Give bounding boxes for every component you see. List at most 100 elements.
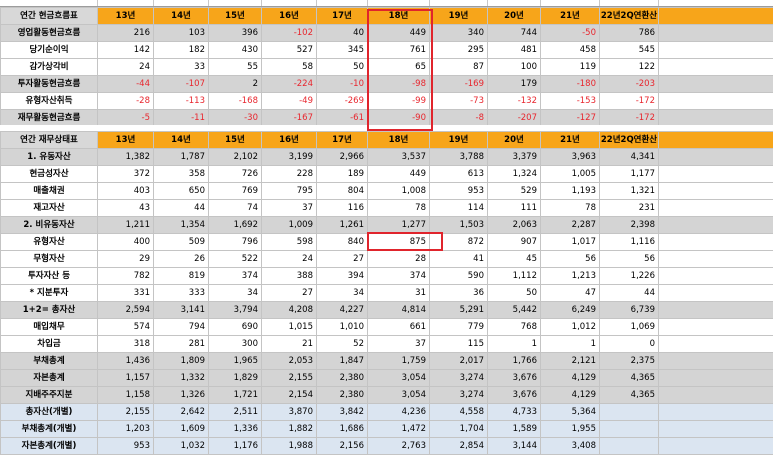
empty-cell xyxy=(658,318,773,336)
table-row: 총자산(개별) 2,155 2,642 2,511 3,870 3,842 4,236 4,5… xyxy=(0,403,773,421)
value-cell: 374 xyxy=(367,267,430,285)
value-cell: 2,287 xyxy=(540,216,600,234)
value-cell: 1,382 xyxy=(97,148,154,166)
value-cell: 119 xyxy=(540,58,600,76)
empty-cell xyxy=(658,284,773,302)
value-cell: 31 xyxy=(367,284,430,302)
value-cell: 4,236 xyxy=(367,403,430,421)
value-cell: 598 xyxy=(261,233,317,251)
value-cell: 3,141 xyxy=(153,301,209,319)
value-cell: 3,054 xyxy=(367,386,430,404)
value-cell: 1,847 xyxy=(316,352,368,370)
value-cell: 33 xyxy=(153,58,209,76)
table-row: 지배주주지분 1,158 1,326 1,721 2,154 2,380 3,054 3,27… xyxy=(0,386,773,404)
value-cell: -98 xyxy=(367,75,430,93)
value-cell: 1 xyxy=(540,335,600,353)
value-cell: 36 xyxy=(429,284,488,302)
year-header: 15년 xyxy=(208,7,262,25)
value-cell: 394 xyxy=(316,267,368,285)
value-cell: 2,121 xyxy=(540,352,600,370)
value-cell: 3,788 xyxy=(429,148,488,166)
year-header: 18년 xyxy=(367,131,430,149)
value-cell: 2,763 xyxy=(367,437,430,455)
value-cell: 6,249 xyxy=(540,301,600,319)
value-cell: 590 xyxy=(429,267,488,285)
value-cell: 27 xyxy=(261,284,317,302)
value-cell: 953 xyxy=(97,437,154,455)
value-cell: 726 xyxy=(208,165,262,183)
value-cell: 953 xyxy=(429,182,488,200)
value-cell: -269 xyxy=(316,92,368,110)
value-cell: 400 xyxy=(97,233,154,251)
value-cell: 650 xyxy=(153,182,209,200)
value-cell: -5 xyxy=(97,109,154,127)
value-cell: 114 xyxy=(429,199,488,217)
value-cell: -127 xyxy=(540,109,600,127)
value-cell: 58 xyxy=(261,58,317,76)
value-cell: 819 xyxy=(153,267,209,285)
value-cell: 1,692 xyxy=(208,216,262,234)
year-header: 17년 xyxy=(316,131,368,149)
value-cell: 3,379 xyxy=(487,148,541,166)
row-label: 2. 비유동자산 xyxy=(0,216,98,234)
value-cell: 26 xyxy=(153,250,209,268)
empty-cell xyxy=(658,24,773,42)
empty-cell xyxy=(658,250,773,268)
value-cell: -30 xyxy=(208,109,262,127)
value-cell: 786 xyxy=(599,24,659,42)
value-cell: 3,676 xyxy=(487,369,541,387)
value-cell: 100 xyxy=(487,58,541,76)
value-cell: 1 xyxy=(487,335,541,353)
value-cell: 1,277 xyxy=(367,216,430,234)
year-header: 13년 xyxy=(97,131,154,149)
value-cell: 744 xyxy=(487,24,541,42)
table-row: 당기순이익 142 182 430 527 345 761 295 481 458 545 xyxy=(0,41,773,59)
value-cell: 3,408 xyxy=(540,437,600,455)
value-cell: 1,157 xyxy=(97,369,154,387)
year-header: 16년 xyxy=(261,131,317,149)
value-cell: 1,193 xyxy=(540,182,600,200)
value-cell: 52 xyxy=(316,335,368,353)
row-label: 무형자산 xyxy=(0,250,98,268)
value-cell: 5,291 xyxy=(429,301,488,319)
value-cell: 21 xyxy=(261,335,317,353)
value-cell: 142 xyxy=(97,41,154,59)
value-cell: 24 xyxy=(97,58,154,76)
value-cell: 1,766 xyxy=(487,352,541,370)
value-cell: 4,129 xyxy=(540,369,600,387)
empty-cell xyxy=(658,109,773,127)
value-cell: 45 xyxy=(487,250,541,268)
table-row: 투자자산 등 782 819 374 388 394 374 590 1,112 1,213 1,2… xyxy=(0,267,773,285)
value-cell: 2,380 xyxy=(316,369,368,387)
table-row: 재무활동현금흐름 -5 -11 -30 -167 -61 -90 -8 -207 -127 -172 xyxy=(0,109,773,127)
value-cell: 44 xyxy=(153,199,209,217)
value-cell: 1,032 xyxy=(153,437,209,455)
value-cell: 1,332 xyxy=(153,369,209,387)
empty-cell xyxy=(658,335,773,353)
value-cell: 5,442 xyxy=(487,301,541,319)
value-cell: 1,211 xyxy=(97,216,154,234)
value-cell: -172 xyxy=(599,109,659,127)
value-cell: -44 xyxy=(97,75,154,93)
row-label: 당기순이익 xyxy=(0,41,98,59)
value-cell: 78 xyxy=(367,199,430,217)
value-cell: 2,154 xyxy=(261,386,317,404)
row-label: 자본총계(개별) xyxy=(0,437,98,455)
value-cell: 65 xyxy=(367,58,430,76)
row-label: 재무활동현금흐름 xyxy=(0,109,98,127)
value-cell: 403 xyxy=(97,182,154,200)
value-cell: 372 xyxy=(97,165,154,183)
value-cell: 769 xyxy=(208,182,262,200)
value-cell: 295 xyxy=(429,41,488,59)
value-cell: 231 xyxy=(599,199,659,217)
value-cell: 37 xyxy=(261,199,317,217)
table-row: 유형자산 400 509 796 598 840 875 872 907 1,017 1,116 xyxy=(0,233,773,251)
table-row: 2. 비유동자산 1,211 1,354 1,692 1,009 1,261 1,277 1,… xyxy=(0,216,773,234)
value-cell: 3,870 xyxy=(261,403,317,421)
value-cell xyxy=(599,420,659,438)
value-cell: 24 xyxy=(261,250,317,268)
value-cell: -172 xyxy=(599,92,659,110)
value-cell: 179 xyxy=(487,75,541,93)
table-title: 연간 현금흐름표 xyxy=(0,7,98,25)
value-cell: 3,144 xyxy=(487,437,541,455)
